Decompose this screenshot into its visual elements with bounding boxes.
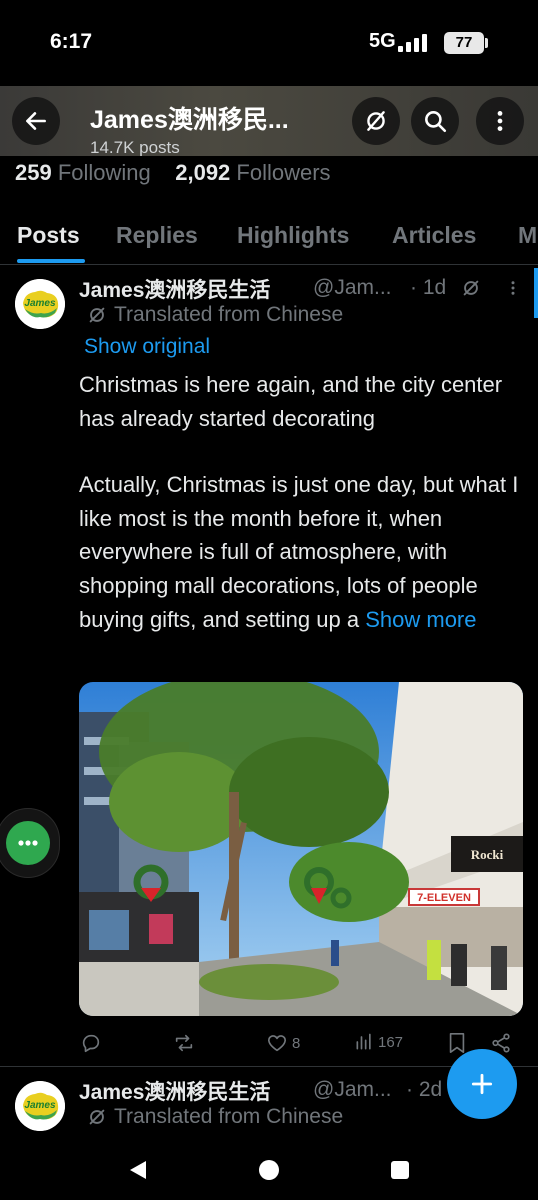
post-text-paragraph-1: Christmas is here again, and the city ce… <box>79 372 503 431</box>
avatar[interactable]: James <box>15 1081 65 1131</box>
translate-icon <box>86 304 108 326</box>
repost-button[interactable] <box>172 1032 200 1054</box>
post-author-name[interactable]: James澳洲移民生活 <box>79 1076 270 1106</box>
like-button[interactable]: 8 <box>266 1032 300 1054</box>
like-count: 8 <box>292 1034 301 1052</box>
grok-bubble <box>6 821 50 865</box>
tab-posts[interactable]: Posts <box>17 222 80 249</box>
post-text: Christmas is here again, and the city ce… <box>79 368 519 636</box>
heart-icon <box>266 1032 288 1054</box>
post-more-icon[interactable] <box>504 279 522 297</box>
nav-home-button[interactable] <box>258 1159 280 1181</box>
nav-recents-button[interactable] <box>390 1160 410 1180</box>
more-vertical-icon <box>487 108 513 134</box>
battery-tip <box>485 38 488 48</box>
post-photo[interactable]: Rocki 7-ELEVEN <box>79 682 523 1016</box>
compose-button[interactable] <box>447 1049 517 1119</box>
tab-articles[interactable]: Articles <box>392 222 476 249</box>
translated-note: Translated from Chinese <box>86 1105 343 1129</box>
profile-post-count: 14.7K posts <box>90 138 180 156</box>
profile-header-name: James澳洲移民... <box>90 106 289 134</box>
post-time[interactable]: · 1d <box>410 276 446 300</box>
store-sign-1: Rocki <box>471 847 504 862</box>
status-time: 6:17 <box>50 30 93 53</box>
show-original-link[interactable]: Show original <box>84 335 210 359</box>
follow-stats: 259 Following 2,092 Followers <box>15 160 331 186</box>
avatar[interactable]: James <box>15 279 65 329</box>
translate-off-icon <box>363 108 389 134</box>
repost-icon <box>172 1032 196 1054</box>
reply-icon <box>80 1032 102 1054</box>
circle-home-icon <box>258 1159 280 1181</box>
post-author-handle[interactable]: @Jam... <box>313 1078 392 1102</box>
post-time[interactable]: · 2d <box>406 1078 442 1102</box>
plus-icon <box>469 1071 495 1097</box>
search-button[interactable] <box>411 97 459 145</box>
view-count: 167 <box>378 1033 404 1051</box>
views-button[interactable]: 167 <box>354 1032 403 1052</box>
avatar-text: James <box>24 1100 56 1111</box>
triangle-back-icon <box>128 1159 148 1181</box>
arrow-left-icon <box>23 108 49 134</box>
back-button[interactable] <box>12 97 60 145</box>
more-options-button[interactable] <box>476 97 524 145</box>
translate-icon <box>86 1106 108 1128</box>
translated-label: Translated from Chinese <box>114 303 344 326</box>
bookmark-icon <box>448 1032 466 1054</box>
search-icon <box>422 108 448 134</box>
followers-label: Followers <box>236 160 331 185</box>
square-recents-icon <box>390 1160 410 1180</box>
scroll-indicator[interactable] <box>534 268 538 318</box>
grok-translate-icon <box>460 277 482 299</box>
followers-count: 2,092 <box>175 160 231 185</box>
following-label: Following <box>57 160 151 185</box>
signal-icon <box>396 33 434 53</box>
chat-dots-icon <box>17 839 39 847</box>
bookmark-button[interactable] <box>448 1032 466 1054</box>
reply-button[interactable] <box>80 1032 106 1054</box>
post-author-handle[interactable]: @Jam... <box>313 276 392 300</box>
show-more-link[interactable]: Show more <box>365 607 476 632</box>
store-sign-2: 7-ELEVEN <box>417 892 471 904</box>
nav-back-button[interactable] <box>128 1159 148 1181</box>
following-link[interactable]: 259 Following <box>15 160 151 185</box>
avatar-text: James <box>24 298 56 309</box>
tab-replies[interactable]: Replies <box>116 222 198 249</box>
tabs-divider <box>0 264 538 265</box>
post-author-name[interactable]: James澳洲移民生活 <box>79 274 270 304</box>
translated-label: Translated from Chinese <box>114 1105 344 1128</box>
grok-floating-button[interactable] <box>0 808 60 878</box>
tab-media[interactable]: M <box>518 222 537 249</box>
translated-note: Translated from Chinese <box>86 303 343 327</box>
views-icon <box>354 1032 374 1052</box>
tab-highlights[interactable]: Highlights <box>237 222 349 249</box>
battery-icon: 77 <box>444 32 484 54</box>
active-tab-indicator <box>17 259 85 263</box>
translate-button[interactable] <box>352 97 400 145</box>
following-count: 259 <box>15 160 52 185</box>
network-indicator: 5G <box>369 30 396 52</box>
followers-link[interactable]: 2,092 Followers <box>175 160 330 185</box>
